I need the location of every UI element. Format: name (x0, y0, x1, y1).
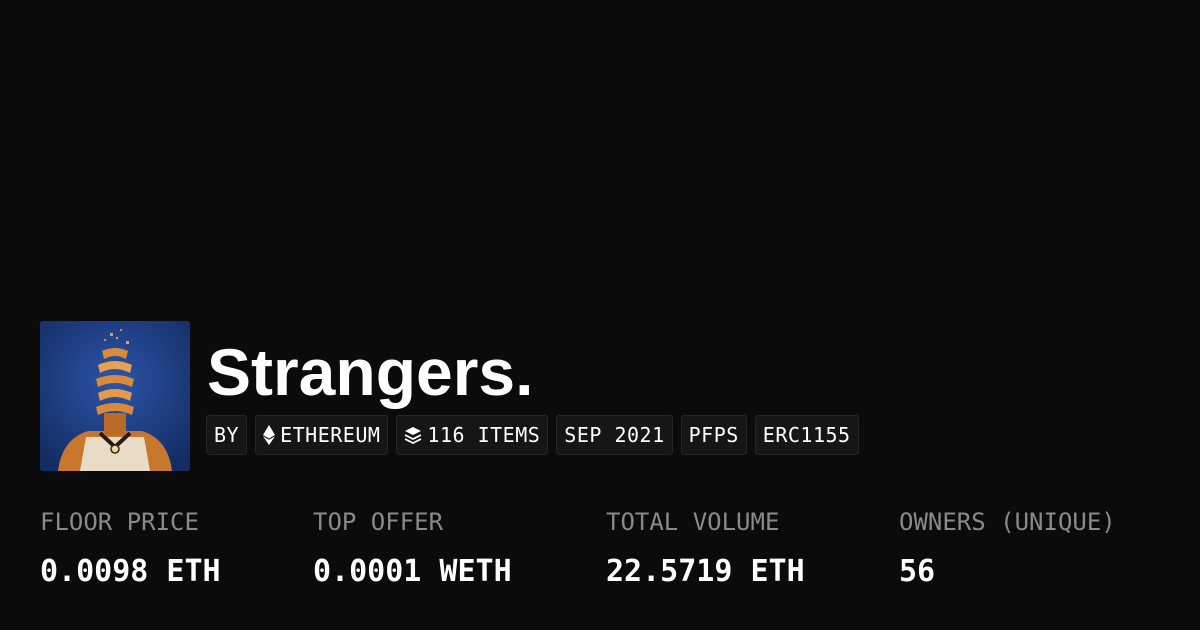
tag-label: SEP 2021 (564, 423, 665, 447)
avatar-image (40, 321, 190, 471)
stat-floor-price: FLOOR PRICE 0.0098 ETH (40, 502, 221, 592)
tag-label: 116 ITEMS (427, 423, 541, 447)
stat-top-offer: TOP OFFER 0.0001 WETH (313, 502, 512, 592)
tag-label: ETHEREUM (280, 423, 381, 447)
stat-owners: OWNERS (UNIQUE) 56 (899, 502, 1116, 592)
collection-avatar (40, 321, 190, 471)
tag-creator[interactable]: BY (206, 415, 248, 455)
stat-value: 0.0001 WETH (313, 554, 512, 589)
tag-category[interactable]: PFPS (680, 415, 747, 455)
collection-title: Strangers. (207, 335, 534, 409)
stat-label: TOP OFFER (313, 508, 444, 536)
tag-chain[interactable]: ETHEREUM (255, 415, 389, 455)
tag-items[interactable]: 116 ITEMS (396, 415, 549, 455)
tag-label: PFPS (688, 423, 739, 447)
ethereum-icon (263, 425, 276, 445)
layers-icon (405, 427, 422, 444)
stat-value: 22.5719 ETH (606, 554, 805, 589)
stat-label: TOTAL VOLUME (606, 508, 780, 536)
stat-label: FLOOR PRICE (40, 508, 199, 536)
stat-label: OWNERS (UNIQUE) (899, 508, 1116, 536)
stat-value: 56 (899, 554, 936, 589)
tag-date: SEP 2021 (556, 415, 673, 455)
stat-total-volume: TOTAL VOLUME 22.5719 ETH (606, 502, 805, 592)
stat-value: 0.0098 ETH (40, 554, 221, 589)
collection-tags: BY ETHEREUM 116 ITEMS SEP 2021 PFPS ERC1… (206, 415, 859, 455)
tag-label: ERC1155 (762, 423, 851, 447)
tag-standard: ERC1155 (754, 415, 859, 455)
tag-label: BY (214, 423, 240, 447)
